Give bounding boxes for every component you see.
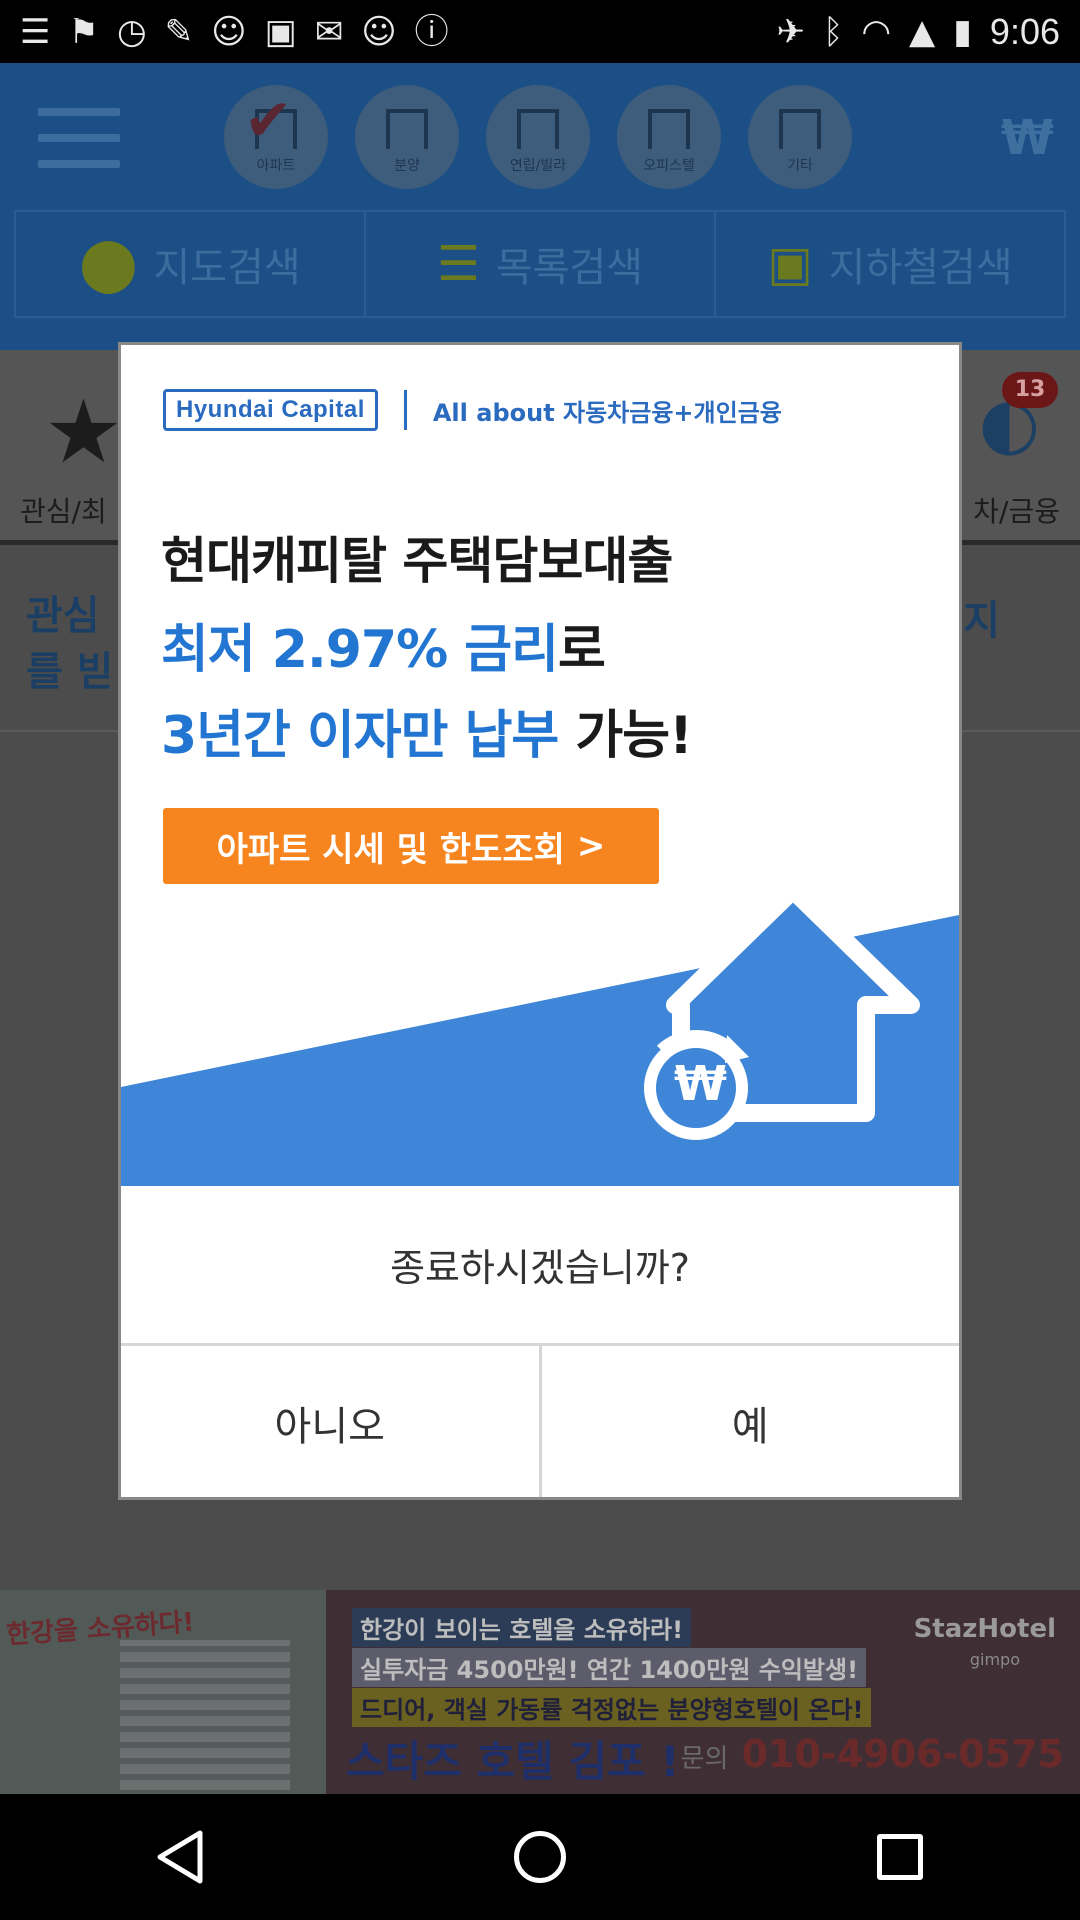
chevron-right-icon: >	[576, 826, 606, 866]
tab-subway-search[interactable]: ▣ 지하철검색	[716, 212, 1064, 316]
category-apartment[interactable]: ✔ 아파트	[224, 85, 328, 189]
star-icon[interactable]: ★	[44, 388, 123, 476]
ad-text-area: 한강이 보이는 호텔을 소유하라! 실투자금 4500만원! 연간 1400만원…	[326, 1590, 1080, 1794]
notification-icons: ☰ ⚑ ◷ ✎ ☺ ▣ ✉ ☺ ⓘ	[20, 0, 449, 63]
status-bar: ☰ ⚑ ◷ ✎ ☺ ▣ ✉ ☺ ⓘ ✈ ᛒ ◠ ▲ ▮ 9:06	[0, 0, 1080, 63]
home-button[interactable]	[500, 1817, 580, 1897]
house-icon	[517, 109, 559, 149]
no-button[interactable]: 아니오	[121, 1346, 542, 1497]
price-building-icon[interactable]: ₩	[948, 93, 1054, 183]
category-row: ✔ 아파트 분양 연립/빌라 오피스텔 기타	[224, 85, 852, 189]
exit-dialog: 3 ₩ Hyundai Capital All about 자동차금융+개인금융…	[118, 342, 962, 1500]
signal-icon: ▲	[909, 11, 936, 52]
won-icon: ₩	[674, 1056, 727, 1112]
brand-separator	[403, 390, 407, 430]
smiley-icon: ☺	[211, 11, 247, 52]
building-icon	[648, 109, 690, 149]
category-other[interactable]: 기타	[748, 85, 852, 189]
dialog-buttons: 아니오 예	[121, 1346, 959, 1497]
recents-icon	[877, 1834, 923, 1880]
chat-icon: ✉	[314, 11, 344, 52]
category-presale[interactable]: 분양	[355, 85, 459, 189]
system-nav-bar	[0, 1794, 1080, 1920]
brand-logo: Hyundai Capital	[163, 389, 378, 431]
ad-phone: 문의 010-4906-0575	[680, 1732, 1064, 1776]
info-text: 관심 를 빋	[26, 593, 114, 695]
back-icon	[157, 1830, 203, 1884]
exit-question: 종료하시겠습니까?	[121, 1186, 959, 1346]
search-tabs: ⬤ 지도검색 ☰ 목록검색 ▣ 지하철검색	[14, 210, 1066, 318]
hamburger-menu-icon[interactable]	[38, 108, 120, 170]
home-icon	[514, 1831, 566, 1883]
yes-button[interactable]: 예	[541, 1346, 959, 1497]
timer-icon: ◷	[116, 11, 147, 52]
wifi-icon: ◠	[861, 11, 892, 52]
app-header: ✔ 아파트 분양 연립/빌라 오피스텔 기타 ₩ ⬤ 지도검색 ☰ 목록검색 ▣…	[0, 63, 1080, 350]
satellite-icon: ✈	[776, 11, 805, 52]
recents-button[interactable]	[860, 1817, 940, 1897]
crane-icon	[386, 109, 428, 149]
brand-row: Hyundai Capital All about 자동차금융+개인금융	[163, 389, 782, 431]
tab-map-search[interactable]: ⬤ 지도검색	[16, 212, 366, 316]
wrench-icon: ✎	[164, 11, 194, 52]
clock: 9:06	[989, 10, 1060, 52]
smiley-icon: ☺	[361, 11, 397, 52]
graphic-number: 3	[739, 941, 817, 1071]
promo-term-line: 3년간 이자만 납부 가능!	[161, 706, 693, 766]
ad-image: 한강을 소유하다!	[0, 1590, 326, 1794]
battery-icon: ▮	[953, 11, 972, 52]
promo-title: 현대캐피탈 주택담보대출	[161, 532, 673, 590]
notification-badge: 13	[1002, 372, 1058, 408]
promo-cta-button[interactable]: 아파트 시세 및 한도조회 >	[163, 808, 659, 884]
info-icon: ⓘ	[414, 11, 449, 52]
category-villa[interactable]: 연립/빌라	[486, 85, 590, 189]
flag-icon: ⚑	[68, 11, 99, 52]
bluetooth-icon: ᛒ	[822, 11, 844, 52]
menu-icon: ☰	[20, 11, 51, 52]
favorites-label[interactable]: 관심/최	[20, 490, 107, 530]
system-icons: ✈ ᛒ ◠ ▲ ▮ 9:06	[776, 0, 1060, 63]
check-icon: ✔	[244, 86, 293, 154]
ad-brand: StazHotel	[913, 1614, 1056, 1644]
back-button[interactable]	[140, 1817, 220, 1897]
promo-rate-line: 최저 2.97% 금리로	[161, 620, 606, 680]
list-icon: ☰	[436, 236, 480, 292]
brand-tagline: All about 자동차금융+개인금융	[432, 398, 782, 427]
finance-label[interactable]: 차/금융	[973, 490, 1060, 530]
category-officetel[interactable]: 오피스텔	[617, 85, 721, 189]
grid-icon	[779, 109, 821, 149]
info-text-right: 지	[963, 598, 1000, 644]
ad-banner[interactable]: 한강을 소유하다! 한강이 보이는 호텔을 소유하라! 실투자금 4500만원!…	[0, 1590, 1080, 1794]
map-pin-icon: ⬤	[79, 234, 138, 294]
qt-icon: ▣	[264, 11, 297, 52]
train-icon: ▣	[767, 236, 813, 292]
tab-list-search[interactable]: ☰ 목록검색	[366, 212, 716, 316]
promo-banner[interactable]: 3 ₩ Hyundai Capital All about 자동차금융+개인금융…	[121, 345, 959, 1186]
hotel-building-image	[120, 1640, 290, 1790]
